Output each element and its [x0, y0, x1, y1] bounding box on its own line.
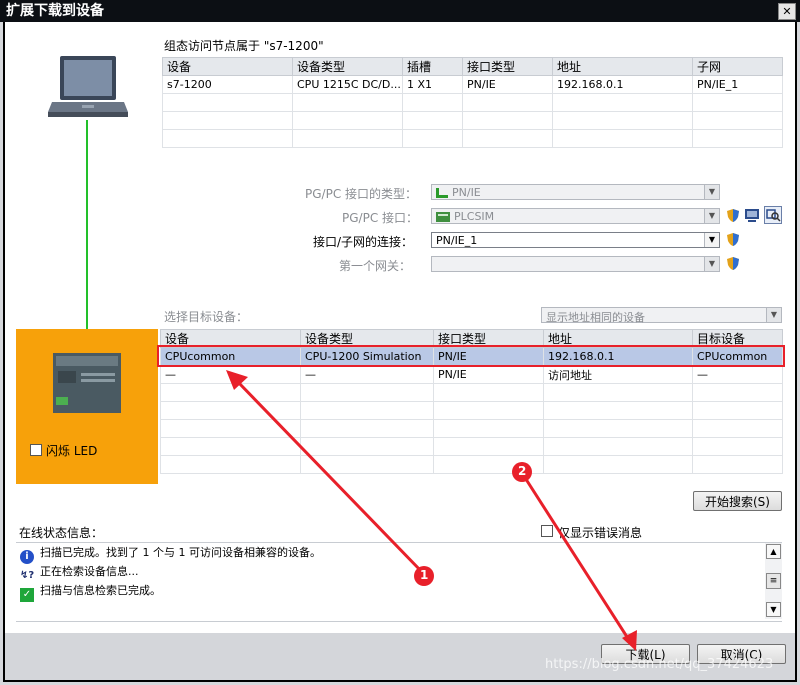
pc-icon — [48, 54, 128, 120]
status-message: ✓ 扫描与信息检索已完成。 — [20, 582, 161, 602]
col-header[interactable]: 插槽 — [402, 57, 463, 76]
table-row — [160, 419, 783, 438]
col-header[interactable]: 接口类型 — [462, 57, 553, 76]
table-row — [160, 455, 783, 474]
watermark: https://blog.csdn.net/qq_37424623 — [545, 657, 774, 672]
col-header[interactable]: 设备类型 — [292, 57, 403, 76]
target-device-panel: 闪烁 LED — [16, 329, 158, 484]
scroll-thumb[interactable]: ≡ — [766, 573, 781, 589]
marker-2-label: 2 — [518, 464, 527, 478]
col-header[interactable]: 设备 — [162, 57, 293, 76]
window-title: 扩展下载到设备 — [6, 3, 104, 19]
network-icon — [436, 187, 448, 198]
table-row — [162, 111, 783, 130]
show-errors-label: 仅显示错误消息 — [558, 526, 643, 540]
extended-download-dialog: 组态访问节点属于 "s7-1200" 设备 设备类型 插槽 接口类型 地址 子网… — [3, 22, 797, 682]
cell-device: s7-1200 — [162, 75, 293, 94]
gateway-label: 第一个网关： — [339, 259, 412, 273]
plcsim-icon — [436, 211, 450, 222]
search-device-icon: ↯? — [20, 570, 35, 581]
target-filter-value: 显示地址相同的设备 — [546, 311, 645, 324]
status-message: ↯? 正在检索设备信息... — [20, 565, 139, 581]
chevron-down-icon: ▼ — [704, 185, 719, 199]
cell-slot: 1 X1 — [402, 75, 463, 94]
connection-select[interactable]: PN/IE_1 ▼ — [431, 232, 720, 248]
info-icon: i — [20, 550, 34, 564]
table-row[interactable]: s7-1200 CPU 1215C DC/D... 1 X1 PN/IE 192… — [162, 75, 783, 94]
flash-led-checkbox[interactable] — [30, 444, 42, 456]
status-message: i 扫描已完成。找到了 1 个与 1 可访问设备相兼容的设备。 — [20, 544, 321, 564]
col-header[interactable]: 子网 — [692, 57, 783, 76]
chevron-down-icon: ▼ — [704, 257, 719, 271]
gateway-select[interactable]: ▼ — [431, 256, 720, 272]
selection-highlight-box — [157, 345, 785, 367]
table-row[interactable]: — — PN/IE 访问地址 — — [160, 365, 783, 384]
shield-icon[interactable] — [727, 257, 739, 270]
cell-target-device: — — [692, 365, 783, 384]
diagnostics-icon[interactable] — [764, 206, 782, 224]
chevron-down-icon: ▼ — [766, 308, 781, 322]
pgpc-interface-value: PLCSIM — [454, 210, 495, 223]
connection-label: 接口/子网的连接： — [313, 235, 414, 249]
pgpc-interface-select[interactable]: PLCSIM ▼ — [431, 208, 720, 224]
config-nodes-heading: 组态访问节点属于 "s7-1200" — [164, 39, 324, 53]
pgpc-interface-label: PG/PC 接口： — [342, 211, 419, 225]
scroll-up-icon[interactable]: ▲ — [766, 544, 781, 559]
col-header[interactable]: 地址 — [552, 57, 693, 76]
plc-icon — [53, 353, 121, 413]
cell-device-type: CPU 1215C DC/D... — [292, 75, 403, 94]
marker-1-label: 1 — [420, 568, 429, 582]
shield-icon[interactable] — [727, 233, 739, 246]
title-bar: 扩展下载到设备 ✕ — [0, 0, 800, 22]
status-scrollbar[interactable]: ▲ ≡ ▼ — [765, 543, 782, 619]
table-row — [160, 383, 783, 402]
cell-address: 访问地址 — [543, 365, 693, 384]
table-row — [162, 129, 783, 148]
start-search-button[interactable]: 开始搜索(S) — [693, 491, 782, 511]
cell-interface-type: PN/IE — [462, 75, 553, 94]
table-row — [162, 93, 783, 112]
network-link-line — [86, 120, 88, 354]
cell-subnet: PN/IE_1 — [692, 75, 783, 94]
pgpc-type-value: PN/IE — [452, 186, 481, 199]
target-filter-select[interactable]: 显示地址相同的设备 ▼ — [541, 307, 782, 324]
show-errors-checkbox[interactable] — [541, 525, 553, 537]
cell-interface-type: PN/IE — [433, 365, 544, 384]
chevron-down-icon: ▼ — [704, 209, 719, 223]
shield-icon[interactable] — [727, 209, 739, 222]
scroll-down-icon[interactable]: ▼ — [766, 602, 781, 617]
check-icon: ✓ — [20, 588, 34, 602]
chevron-down-icon: ▼ — [704, 233, 719, 247]
table-row — [160, 437, 783, 456]
properties-icon[interactable] — [744, 207, 760, 223]
flash-led-label: 闪烁 LED — [46, 444, 98, 458]
table-row — [160, 401, 783, 420]
cell-device: — — [160, 365, 301, 384]
cell-device-type: — — [300, 365, 434, 384]
pgpc-type-select[interactable]: PN/IE ▼ — [431, 184, 720, 200]
select-target-label: 选择目标设备： — [164, 310, 249, 324]
connection-value: PN/IE_1 — [436, 234, 478, 247]
status-messages-list: i 扫描已完成。找到了 1 个与 1 可访问设备相兼容的设备。 ↯? 正在检索设备信… — [16, 542, 782, 622]
config-nodes-table: 设备 设备类型 插槽 接口类型 地址 子网 s7-1200 CPU 1215C … — [162, 57, 783, 148]
cell-address: 192.168.0.1 — [552, 75, 693, 94]
online-status-label: 在线状态信息： — [19, 526, 104, 540]
pgpc-type-label: PG/PC 接口的类型： — [305, 187, 418, 201]
close-button[interactable]: ✕ — [778, 3, 796, 20]
